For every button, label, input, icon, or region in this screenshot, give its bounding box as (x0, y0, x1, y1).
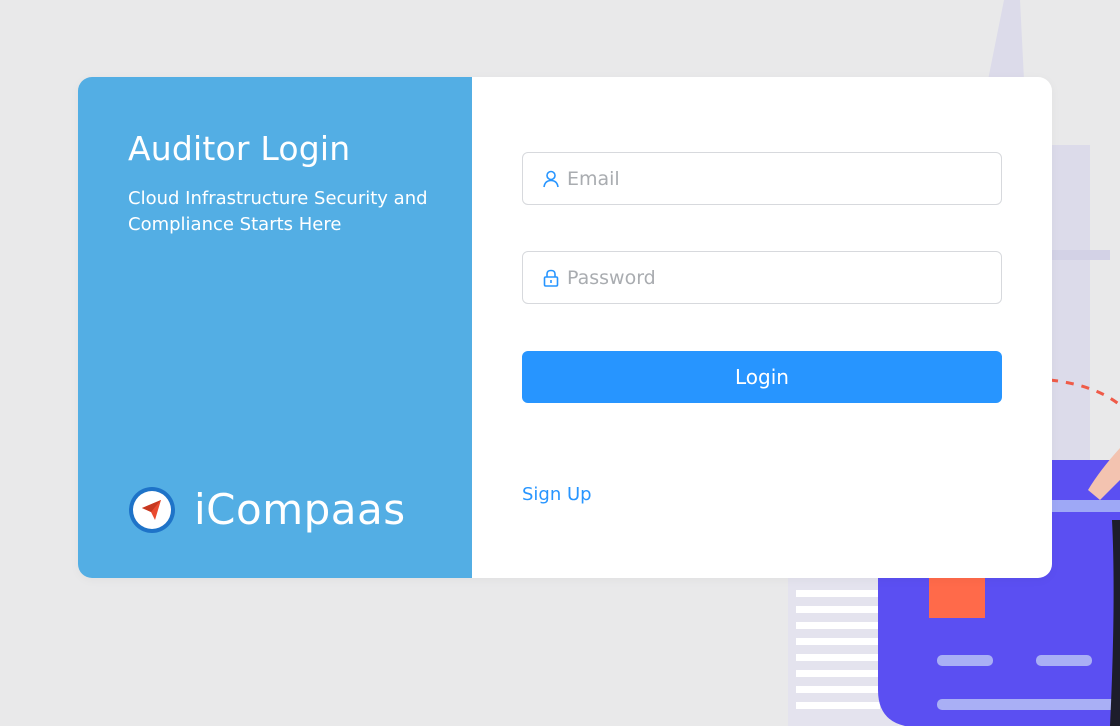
login-form-panel: Login Sign Up (472, 77, 1052, 578)
orange-tag (929, 578, 985, 618)
email-input[interactable] (567, 167, 987, 190)
tagline: Cloud Infrastructure Security and Compli… (128, 188, 428, 235)
login-card: Auditor Login Cloud Infrastructure Secur… (78, 77, 1052, 578)
building-ledge (1050, 250, 1110, 260)
password-field[interactable] (522, 251, 1002, 304)
sign-up-link[interactable]: Sign Up (522, 484, 592, 505)
brand-name: iCompaas (194, 485, 406, 534)
page-title: Auditor Login (128, 129, 351, 168)
brand-logo: iCompaas (128, 485, 406, 534)
building-spire (988, 0, 1024, 80)
board-stripe (1050, 500, 1120, 512)
email-field[interactable] (522, 152, 1002, 205)
password-input[interactable] (567, 266, 987, 289)
compass-icon (129, 486, 175, 533)
user-icon (543, 170, 559, 187)
login-button[interactable]: Login (522, 351, 1002, 403)
branding-panel: Auditor Login Cloud Infrastructure Secur… (78, 77, 472, 578)
lock-icon (543, 269, 559, 287)
